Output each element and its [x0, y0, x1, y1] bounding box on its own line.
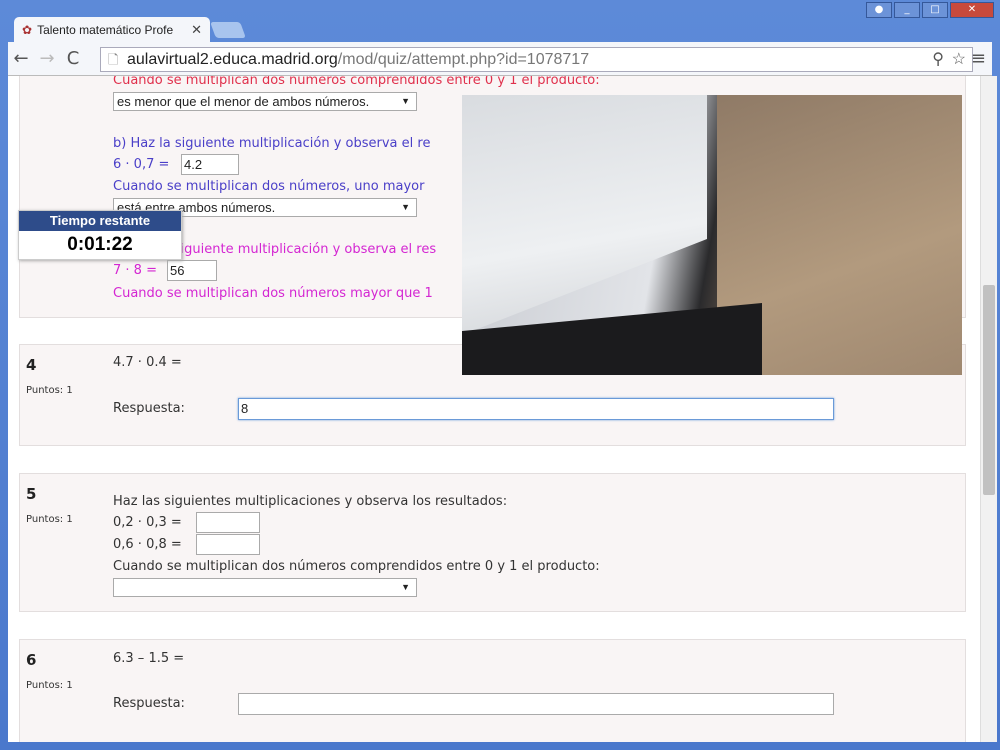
q5-input-2[interactable]: [196, 534, 260, 555]
q4-points: Puntos: 1: [26, 385, 73, 396]
reload-icon[interactable]: C: [60, 48, 86, 69]
minimize-button[interactable]: _: [894, 2, 920, 18]
q4-answer-input[interactable]: 8: [238, 398, 834, 420]
q6-expression: 6.3 – 1.5 =: [113, 651, 185, 666]
page-content: Cuando se multiplican dos números compre…: [8, 76, 980, 742]
browser-tab[interactable]: ✿ Talento matemático Profe ✕: [14, 17, 210, 43]
q3-c-expression: 7 · 8 =: [113, 263, 157, 278]
video-monitor: [462, 95, 707, 335]
q3-b-expression: 6 · 0,7 =: [113, 157, 170, 172]
webcam-video-overlay: [462, 95, 962, 375]
maximize-button[interactable]: □: [922, 2, 948, 18]
q3-b-input[interactable]: 4.2: [181, 154, 239, 175]
address-bar[interactable]: 🗋 aulavirtual2.educa.madrid.org/mod/quiz…: [100, 47, 973, 72]
zoom-icon[interactable]: ⚲: [932, 48, 944, 71]
q3-line-a: Cuando se multiplican dos números compre…: [113, 76, 600, 88]
timer-value: 0:01:22: [67, 234, 133, 255]
q3-b-line: Cuando se multiplican dos números, uno m…: [113, 179, 425, 194]
q5-instructions: Haz las siguientes multiplicaciones y ob…: [113, 494, 508, 509]
toolbar: ← → C 🗋 aulavirtual2.educa.madrid.org/mo…: [8, 42, 992, 76]
q6-points: Puntos: 1: [26, 680, 73, 691]
q4-answer-label: Respuesta:: [113, 401, 185, 416]
q4-expression: 4.7 · 0.4 =: [113, 355, 182, 370]
q3-c-input[interactable]: 56: [167, 260, 217, 281]
q5-input-1[interactable]: [196, 512, 260, 533]
q5-expression-2: 0,6 · 0,8 =: [113, 537, 182, 552]
close-tab-icon[interactable]: ✕: [191, 22, 202, 38]
q5-points: Puntos: 1: [26, 514, 73, 525]
q3-select-a[interactable]: es menor que el menor de ambos números. ▼: [113, 92, 417, 111]
url-host: aulavirtual2.educa.madrid.org: [127, 51, 338, 68]
user-icon[interactable]: ●: [866, 2, 892, 18]
q4-number: 4: [26, 356, 37, 374]
timer: Tiempo restante 0:01:22: [18, 210, 182, 260]
q5-number: 5: [26, 485, 37, 503]
menu-icon[interactable]: ≡: [971, 48, 986, 69]
q3-c-line: Cuando se multiplican dos números mayor …: [113, 286, 433, 301]
q3-b-instructions: b) Haz la siguiente multiplicación y obs…: [113, 136, 431, 151]
back-icon[interactable]: ←: [8, 48, 34, 69]
bookmark-star-icon[interactable]: ☆: [952, 48, 966, 71]
tab-title: Talento matemático Profe: [37, 23, 174, 37]
q6-answer-label: Respuesta:: [113, 696, 185, 711]
q6-number: 6: [26, 651, 37, 669]
scrollbar-thumb[interactable]: [983, 285, 995, 495]
window-controls: ● _ □ ✕: [866, 2, 994, 18]
vertical-scrollbar[interactable]: [980, 76, 997, 742]
q5-expression-1: 0,2 · 0,3 =: [113, 515, 182, 530]
q5-select[interactable]: ▼: [113, 578, 417, 597]
url-path: /mod/quiz/attempt.php?id=1078717: [337, 51, 590, 68]
new-tab-button[interactable]: [210, 22, 246, 38]
q5-line: Cuando se multiplican dos números compre…: [113, 559, 600, 574]
page-icon: 🗋: [108, 52, 119, 67]
favicon-icon: ✿: [22, 23, 33, 37]
q6-answer-input[interactable]: [238, 693, 834, 715]
forward-icon[interactable]: →: [34, 48, 60, 69]
close-window-button[interactable]: ✕: [950, 2, 994, 18]
timer-label: Tiempo restante: [19, 211, 181, 231]
